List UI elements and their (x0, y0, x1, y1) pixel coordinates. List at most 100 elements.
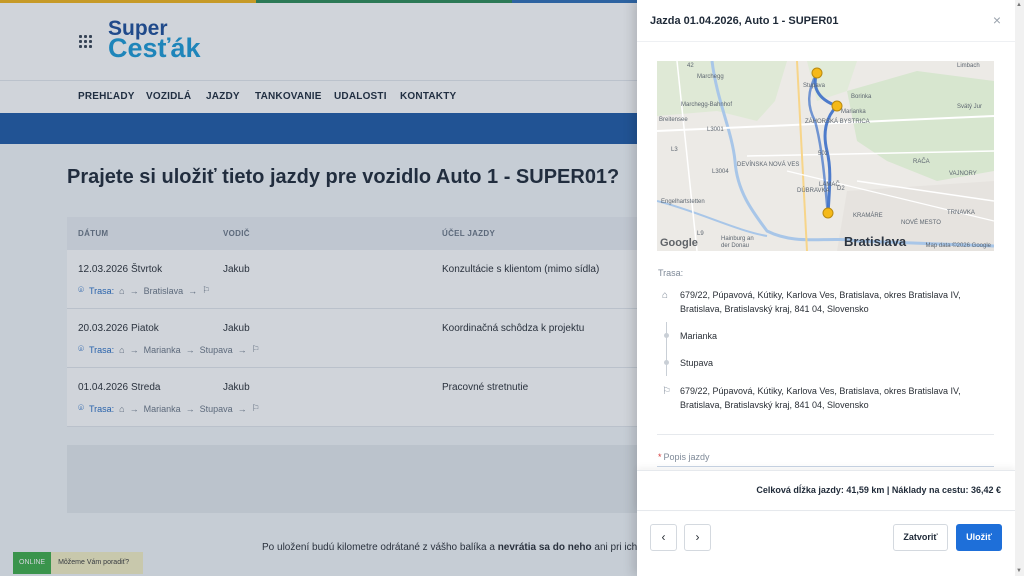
map-label: Marianka (841, 109, 866, 115)
table-row[interactable]: 20.03.2026 Piatok Jakub Koordinačná schô… (67, 309, 667, 368)
map-road-label: L3 (671, 147, 678, 153)
summary-bar: Celková dĺžka jazdy: 41,59 km | Náklady … (637, 470, 1015, 510)
nav-item-kontakty[interactable]: KONTAKTY (400, 91, 456, 102)
map-road-label: L3004 (712, 169, 729, 175)
route-map[interactable]: Limbach 42 Marchegg Stupava Borinka Marc… (657, 61, 994, 251)
waypoint-icon (664, 333, 669, 338)
route-stop: Marianka (143, 344, 181, 355)
column-header-date: DÁTUM (78, 229, 109, 238)
description-label: * Popis jazdy (658, 452, 710, 462)
map-road-label: L9 (697, 231, 704, 237)
google-logo: Google (660, 237, 698, 249)
trip-summary: Celková dĺžka jazdy: 41,59 km | Náklady … (756, 485, 1001, 495)
row-route: ⌾ Trasa: ⌂ → Marianka → Stupava → ⚐ (78, 403, 260, 414)
nav-item-udalosti[interactable]: UDALOSTI (334, 91, 387, 102)
arrow-right-icon: → (188, 285, 198, 296)
table-row[interactable]: 01.04.2026 Streda Jakub Pracovné stretnu… (67, 368, 667, 427)
route-stop-waypoint: Stupava (680, 358, 714, 368)
route-label: Trasa: (658, 268, 684, 278)
map-label: KRAMÁRE (853, 213, 883, 219)
route-label: Trasa: (89, 403, 115, 414)
map-label: Limbach (957, 63, 980, 69)
flag-icon: ⚐ (202, 285, 211, 295)
route-label: Trasa: (89, 344, 115, 355)
route-stop: Stupava (199, 344, 233, 355)
trip-detail-drawer: Jazda 01.04.2026, Auto 1 - SUPER01 × Lim… (637, 0, 1015, 576)
map-city-label: Bratislava (844, 234, 907, 249)
nav-item-vozidla[interactable]: VOZIDLÁ (146, 91, 191, 102)
map-label: Borinka (851, 94, 872, 100)
chat-widget[interactable]: ONLINE Môžeme Vám poradiť? (13, 552, 144, 574)
map-label: Marchegg-Bahnhof (681, 102, 733, 108)
map-label: Breitensee (659, 117, 688, 123)
map-label: Hainburg an der Donau (721, 236, 754, 249)
page-title: Prajete si uložiť tieto jazdy pre vozidl… (67, 166, 620, 188)
home-icon: ⌂ (119, 344, 125, 355)
flag-icon: ⚐ (662, 386, 671, 397)
map-road-label: 42 (687, 63, 694, 69)
map-label: RAČA (913, 159, 930, 165)
row-driver: Jakub (223, 382, 250, 393)
nav-item-jazdy[interactable]: JAZDY (206, 91, 240, 102)
close-icon[interactable]: × (993, 12, 1001, 28)
scroll-down-icon[interactable]: ▼ (1016, 568, 1022, 574)
apps-grid-icon[interactable] (79, 35, 92, 48)
route-connector (666, 322, 667, 376)
chat-online-badge[interactable]: ONLINE (13, 552, 52, 574)
column-header-driver: VODIČ (223, 229, 250, 238)
route-stop: Stupava (199, 403, 233, 414)
row-date: 20.03.2026 (78, 323, 129, 334)
location-pin-icon: ⌾ (78, 344, 84, 355)
footer-note-bold: nevrátia sa do neho (497, 542, 592, 553)
row-day: Štvrtok (131, 264, 163, 275)
nav-item-prehlady[interactable]: PREHĽADY (78, 91, 135, 102)
save-button[interactable]: Uložiť (956, 524, 1002, 551)
row-purpose: Konzultácie s klientom (mimo sídla) (442, 264, 600, 275)
footer-note: Po uložení budú kilometre odrátané z váš… (262, 542, 651, 553)
next-button[interactable]: › (684, 524, 711, 551)
row-route: ⌾ Trasa: ⌂ → Marianka → Stupava → ⚐ (78, 344, 260, 355)
close-button[interactable]: Zatvoriť (893, 524, 948, 551)
row-date: 12.03.2026 (78, 264, 129, 275)
drawer-title: Jazda 01.04.2026, Auto 1 - SUPER01 (650, 15, 839, 27)
row-day: Streda (131, 382, 161, 393)
logo-text-bottom[interactable]: Cesťák (108, 33, 201, 64)
map-road-label: L3001 (707, 127, 724, 133)
chat-help-text[interactable]: Môžeme Vám poradiť? (51, 552, 144, 574)
arrow-right-icon: → (185, 344, 195, 355)
map-label: TRNAVKA (947, 210, 975, 216)
table-row[interactable]: 12.03.2026 Štvrtok Jakub Konzultácie s k… (67, 250, 667, 309)
row-driver: Jakub (223, 323, 250, 334)
route-stop-waypoint: Marianka (680, 331, 718, 341)
nav-item-tankovanie[interactable]: TANKOVANIE (255, 91, 322, 102)
map-attribution: Map data ©2026 Google (925, 243, 991, 249)
route-label: Trasa: (89, 285, 115, 296)
row-purpose: Pracovné stretnutie (442, 382, 529, 393)
previous-button[interactable]: ‹ (650, 524, 677, 551)
page-scrollbar[interactable]: ▲ ▼ (1015, 0, 1024, 576)
footer-note-pre: Po uložení budú kilometre odrátané z váš… (262, 542, 498, 553)
row-purpose: Koordinačná schôdza k projektu (442, 323, 585, 334)
row-date: 01.04.2026 (78, 382, 129, 393)
map-road-label: D2 (837, 186, 845, 192)
map-label: VAJNORY (949, 171, 977, 177)
required-asterisk: * (658, 452, 662, 462)
column-header-purpose: ÚČEL JAZDY (442, 229, 496, 238)
location-pin-icon: ⌾ (78, 285, 84, 296)
map-label: DÚBRAVKA (797, 188, 830, 194)
scroll-up-icon[interactable]: ▲ (1016, 2, 1022, 8)
route-stop: Bratislava (143, 285, 184, 296)
description-input[interactable] (657, 466, 994, 469)
table-header: DÁTUM VODIČ ÚČEL JAZDY (67, 217, 667, 250)
map-label: Marchegg (697, 74, 724, 80)
drawer-footer: ‹ › Zatvoriť Uložiť (637, 510, 1015, 576)
map-road-label: 502 (818, 151, 829, 157)
placeholder-box (67, 445, 667, 513)
arrow-right-icon: → (129, 344, 139, 355)
flag-icon: ⚐ (251, 344, 260, 354)
flag-icon: ⚐ (251, 403, 260, 413)
map-label: ZÁHORSKÁ BYSTRICA (805, 119, 870, 125)
route-stop-end: 679/22, Púpavová, Kútiky, Karlova Ves, B… (680, 386, 961, 410)
arrow-right-icon: → (185, 403, 195, 414)
description-label-text: Popis jazdy (663, 452, 710, 462)
